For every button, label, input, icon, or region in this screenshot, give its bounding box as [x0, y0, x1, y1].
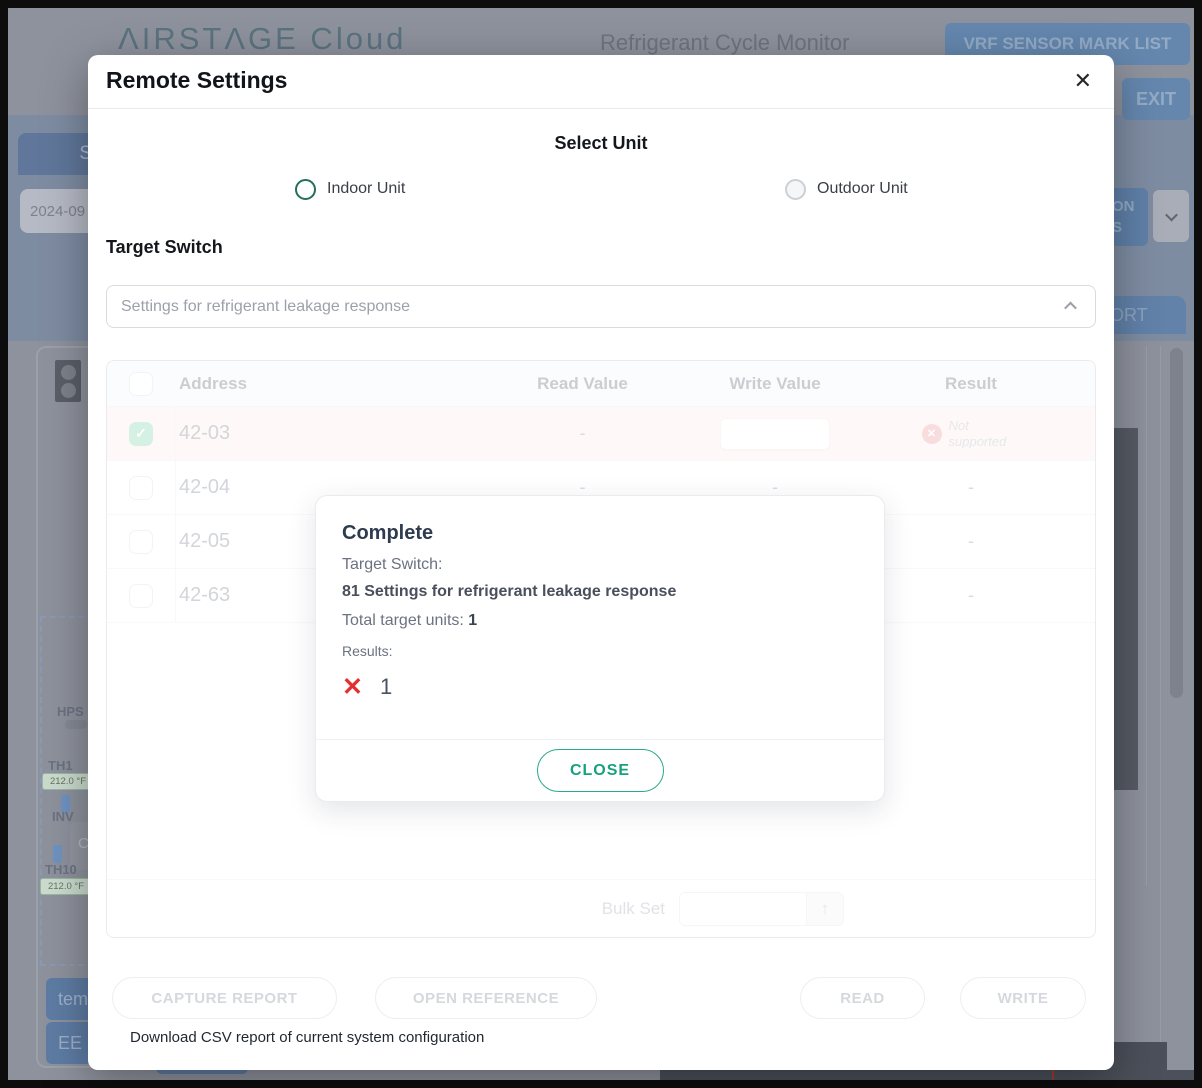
indoor-unit-label: Indoor Unit — [327, 180, 405, 198]
close-button[interactable]: CLOSE — [537, 749, 664, 792]
write-value-input[interactable] — [720, 418, 830, 450]
results-label: Results: — [342, 643, 858, 659]
hps-sensor-shape — [65, 720, 87, 729]
bulk-set-row: Bulk Set ↑ — [107, 879, 1095, 937]
complete-dialog-footer: CLOSE — [316, 739, 884, 801]
bulk-set-label: Bulk Set — [602, 899, 665, 919]
open-reference-button[interactable]: OPEN REFERENCE — [375, 977, 597, 1019]
read-value-cell: - — [580, 423, 586, 444]
bulk-set-input[interactable] — [680, 893, 806, 925]
indoor-unit-radio[interactable]: Indoor Unit — [295, 177, 405, 201]
select-unit-heading: Select Unit — [88, 133, 1114, 154]
modal-title: Remote Settings — [106, 67, 287, 94]
read-value-column-header: Read Value — [537, 374, 628, 394]
write-value-column-header: Write Value — [729, 374, 820, 394]
target-switch-select[interactable]: Settings for refrigerant leakage respons… — [106, 285, 1096, 328]
hps-sensor-label: HPS — [57, 704, 84, 719]
result-cell: - — [968, 477, 974, 498]
radio-selected-icon — [295, 179, 316, 200]
close-icon[interactable]: ✕ — [1074, 68, 1092, 94]
bulk-set-apply-button[interactable]: ↑ — [806, 893, 843, 925]
target-switch-label: Target Switch: — [342, 556, 858, 574]
total-units-value: 1 — [468, 612, 477, 629]
modal-header: Remote Settings ✕ — [88, 55, 1114, 109]
system-tab-partial[interactable]: S — [18, 133, 96, 175]
complete-dialog-title: Complete — [342, 522, 858, 545]
csv-report-caption: Download CSV report of current system co… — [130, 1029, 484, 1046]
result-cell: - — [968, 585, 974, 606]
chart-panel-bottom — [660, 1070, 1194, 1080]
inv-label: INV — [52, 809, 74, 824]
chevron-down-icon — [1165, 208, 1178, 221]
table-header-row: Address Read Value Write Value Result — [107, 361, 1095, 407]
result-cell: - — [968, 531, 974, 552]
read-button[interactable]: READ — [800, 977, 925, 1019]
row-checkbox[interactable] — [129, 530, 153, 554]
outdoor-unit-icon — [55, 360, 81, 402]
outdoor-unit-label: Outdoor Unit — [817, 180, 908, 198]
th10-temperature-badge: 212.0 °F — [40, 878, 92, 895]
radio-unselected-icon — [785, 179, 806, 200]
target-switch-value: Settings for refrigerant leakage respons… — [121, 298, 410, 316]
row-checkbox[interactable]: ✓ — [129, 422, 153, 446]
error-x-icon: ✕ — [342, 675, 363, 700]
address-cell: 42-03 — [175, 422, 460, 445]
chart-bar — [1113, 428, 1138, 790]
row-checkbox[interactable] — [129, 476, 153, 500]
result-column-header: Result — [945, 374, 997, 394]
remote-settings-modal: Remote Settings ✕ Select Unit Indoor Uni… — [88, 55, 1114, 1070]
not-supported-icon: ✕ — [922, 424, 942, 444]
error-count: 1 — [380, 674, 392, 700]
chart-cursor-line — [1052, 1070, 1054, 1080]
scrollbar-thumb[interactable] — [1170, 348, 1183, 698]
chart-panel-border — [1146, 346, 1147, 886]
background-dropdown[interactable] — [1153, 190, 1189, 242]
fan-icon — [61, 365, 76, 380]
operation-button-line1: ON — [1112, 196, 1135, 217]
table-row: ✓ 42-03 - ✕ Not supported — [107, 407, 1095, 461]
total-target-units: Total target units: 1 — [342, 612, 858, 630]
exit-button[interactable]: EXIT — [1122, 78, 1190, 120]
th1-temperature-badge: 212.0 °F — [42, 773, 94, 790]
result-cell: ✕ Not supported — [845, 418, 1096, 449]
target-switch-value: 81 Settings for refrigerant leakage resp… — [342, 583, 858, 601]
th1-sensor-label: TH1 — [48, 758, 73, 773]
arrow-up-icon: ↑ — [821, 899, 830, 918]
unit-radio-group: Indoor Unit Outdoor Unit — [88, 177, 1114, 205]
thermometer-icon — [53, 845, 62, 863]
address-column-header: Address — [175, 374, 460, 394]
error-result-row: ✕ 1 — [342, 674, 858, 700]
outdoor-unit-radio[interactable]: Outdoor Unit — [785, 177, 908, 201]
not-supported-text: Not supported — [949, 418, 1021, 449]
fan-icon — [61, 383, 76, 398]
capture-report-button[interactable]: CAPTURE REPORT — [112, 977, 337, 1019]
airstage-logo: ΛIRSTΛGE Cloud — [118, 21, 406, 57]
page-title: Refrigerant Cycle Monitor — [600, 30, 849, 56]
chart-panel-border — [1160, 346, 1161, 1046]
write-button[interactable]: WRITE — [960, 977, 1086, 1019]
select-all-checkbox[interactable] — [129, 372, 153, 396]
chevron-up-icon — [1064, 302, 1077, 315]
target-switch-heading: Target Switch — [106, 237, 223, 258]
row-checkbox[interactable] — [129, 584, 153, 608]
th10-sensor-label: TH10 — [45, 862, 77, 877]
complete-dialog: Complete Target Switch: 81 Settings for … — [315, 495, 885, 802]
